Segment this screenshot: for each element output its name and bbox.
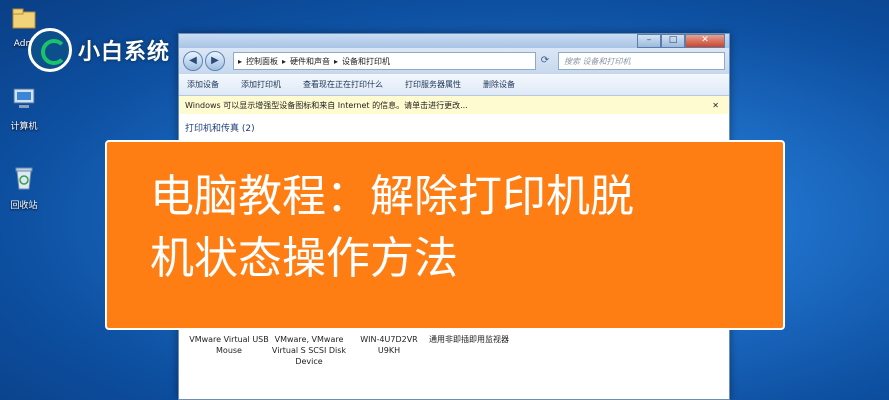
back-button[interactable]: ◀ [183,51,203,71]
forward-button[interactable]: ▶ [205,51,225,71]
device-item[interactable]: VMware Virtual USB Mouse [189,334,269,367]
refresh-icon[interactable]: ⟳ [536,52,554,70]
section-header-printers[interactable]: 打印机和传真 (2) [185,121,729,134]
maximize-button[interactable]: □ [661,34,685,48]
desktop-icon-label: 计算机 [10,122,38,132]
computer-icon [13,88,35,108]
breadcrumb-separator: ▸ [282,56,287,66]
title-banner: 电脑教程：解除打印机脱 机状态操作方法 [105,140,785,330]
toolbar-add-device[interactable]: 添加设备 [187,79,219,90]
toolbar-add-printer[interactable]: 添加打印机 [241,79,281,90]
device-list: VMware Virtual USB Mouse VMware, VMware … [189,334,509,367]
toolbar-remove-device[interactable]: 删除设备 [483,79,515,90]
desktop-icon-recycle-bin[interactable]: 回收站 [2,165,46,211]
toolbar-print-server-properties[interactable]: 打印服务器属性 [405,79,461,90]
info-bar[interactable]: Windows 可以显示增强型设备图标和来自 Internet 的信息。请单击进… [179,96,729,115]
folder-icon: ▸ [238,56,243,66]
close-button[interactable]: ✕ [685,34,725,48]
command-toolbar: 添加设备 添加打印机 查看现在正在打印什么 打印服务器属性 删除设备 [179,74,729,96]
desktop-icon-label: 回收站 [10,201,38,211]
minimize-button[interactable]: – [637,34,661,48]
info-bar-text: Windows 可以显示增强型设备图标和来自 Internet 的信息。请单击进… [185,100,468,110]
logo-icon [28,28,72,72]
device-item[interactable]: 通用非即插即用监视器 [429,334,509,367]
device-item[interactable]: WIN-4U7D2VR U9KH [349,334,429,367]
breadcrumb-item[interactable]: 设备和打印机 [342,56,390,67]
address-bar-row: ◀ ▶ ▸ 控制面板 ▸ 硬件和声音 ▸ 设备和打印机 ⟳ 搜索 设备和打印机 [179,48,729,74]
banner-line-1: 电脑教程：解除打印机脱 [150,171,634,222]
desktop-icon-computer[interactable]: 计算机 [2,86,46,132]
close-icon[interactable]: ✕ [712,101,719,110]
banner-line-2: 机状态操作方法 [150,233,458,284]
breadcrumb-item[interactable]: 硬件和声音 [290,56,330,67]
device-item[interactable]: VMware, VMware Virtual S SCSI Disk Devic… [269,334,349,367]
breadcrumb-item[interactable]: 控制面板 [246,56,278,67]
breadcrumb-separator: ▸ [334,56,339,66]
recycle-bin-icon [15,167,33,190]
search-input[interactable]: 搜索 设备和打印机 [558,52,725,70]
watermark-logo: 小白系统 [28,28,170,72]
toolbar-see-printing[interactable]: 查看现在正在打印什么 [303,79,383,90]
title-bar: – □ ✕ [179,34,729,48]
address-field[interactable]: ▸ 控制面板 ▸ 硬件和声音 ▸ 设备和打印机 [233,52,536,70]
desktop: Adm 计算机 回收站 小白系统 – □ ✕ ◀ ▶ ▸ 控制面板 ▸ 硬件和声… [0,0,889,400]
logo-text: 小白系统 [78,40,171,65]
